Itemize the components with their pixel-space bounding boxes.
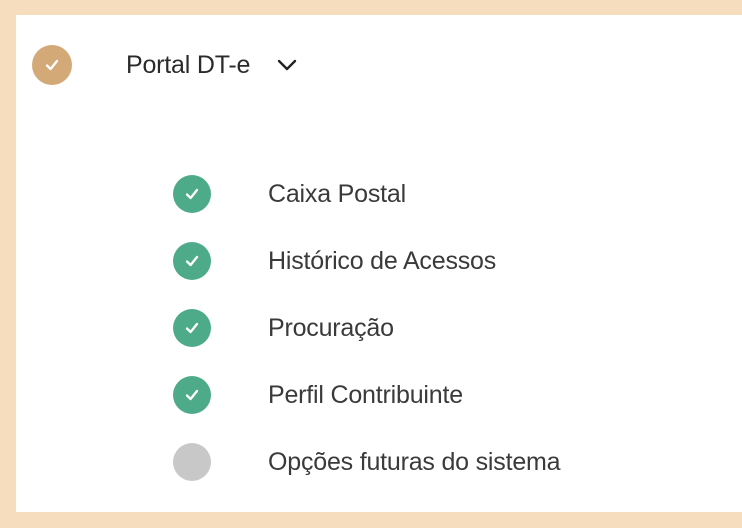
portal-menu-title: Portal DT-e [126,50,251,79]
portal-menu-header[interactable]: Portal DT-e [32,37,300,93]
submenu-item-opcoes-futuras[interactable]: Opções futuras do sistema [173,435,561,489]
done-check-icon [173,175,211,213]
chevron-down-icon[interactable] [274,52,300,78]
submenu-item-procuracao[interactable]: Procuração [173,301,560,355]
submenu-item-label: Opções futuras do sistema [268,447,561,476]
pending-status-icon [173,443,211,481]
submenu-item-historico-de-acessos[interactable]: Histórico de Acessos [173,234,560,288]
submenu-item-label: Caixa Postal [268,179,406,208]
done-check-icon [173,376,211,414]
portal-status-check-icon [32,45,72,85]
page-frame: Portal DT-e Caixa Postal Histórico de Ac… [0,0,742,528]
done-check-icon [173,242,211,280]
portal-submenu-list: Caixa Postal Histórico de Acessos Procur… [173,167,561,502]
submenu-item-perfil-contribuinte[interactable]: Perfil Contribuinte [173,368,560,422]
submenu-item-label: Perfil Contribuinte [268,380,463,409]
done-check-icon [173,309,211,347]
submenu-item-label: Histórico de Acessos [268,246,497,275]
submenu-item-label: Procuração [268,313,394,342]
submenu-item-caixa-postal[interactable]: Caixa Postal [173,167,560,221]
